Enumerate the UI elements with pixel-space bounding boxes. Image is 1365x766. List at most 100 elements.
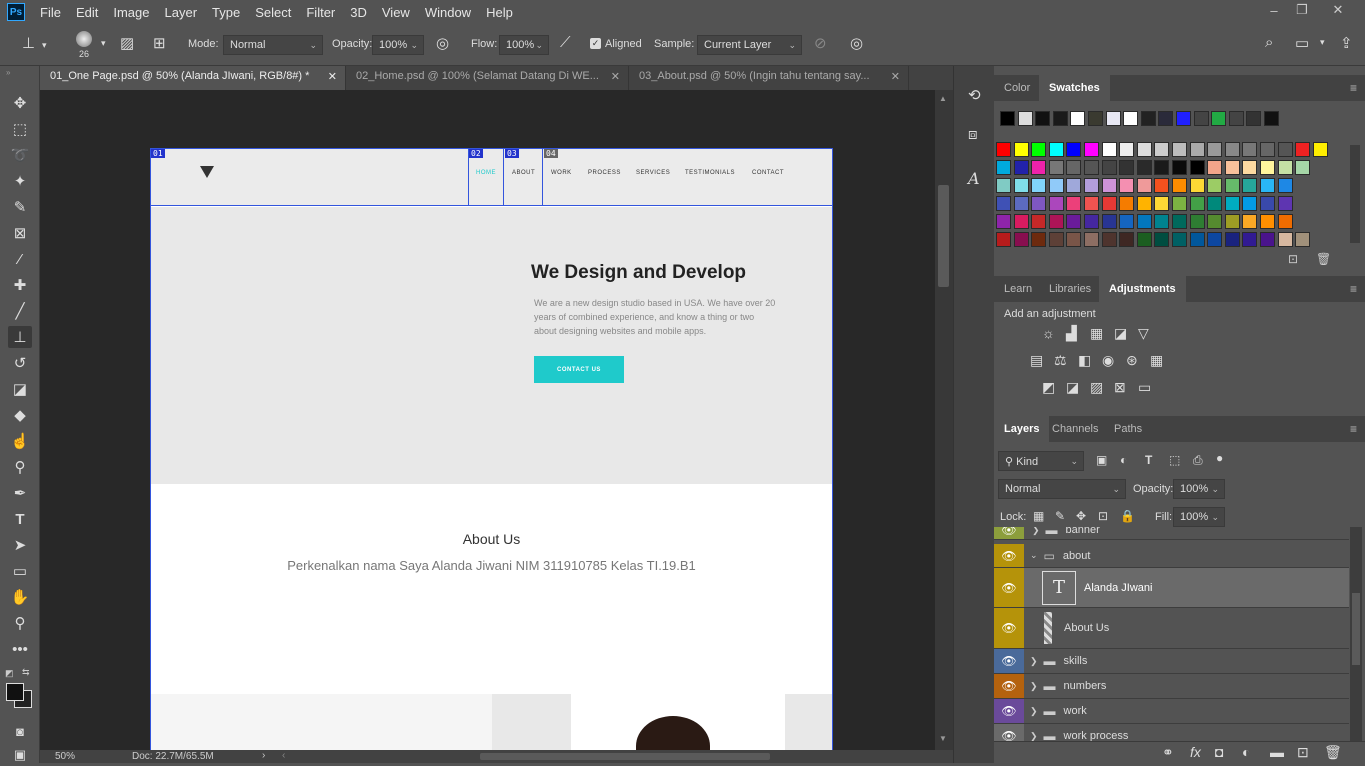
scroll-up-icon[interactable]: ▲ [939,94,947,103]
swatch[interactable] [1119,196,1135,211]
ignore-adjustment-icon[interactable]: ⊘ [814,34,827,52]
swatch[interactable] [1211,111,1227,126]
tab-learn[interactable]: Learn [994,276,1042,302]
menu-image[interactable]: Image [113,5,149,20]
swatch[interactable] [1277,232,1293,247]
swatch[interactable] [1136,232,1152,247]
layer-alanda-jiwani[interactable]: 👁 T Alanda JIwani [994,568,1349,608]
swatch[interactable] [1066,196,1082,211]
curves-icon[interactable]: ▦ [1090,325,1103,342]
swatch[interactable] [1031,214,1047,229]
swatch[interactable] [1242,196,1258,211]
canvas-area[interactable]: HOME ABOUT WORK PROCESS SERVICES TESTIMO… [40,90,935,750]
zoom-level[interactable]: 50% [55,751,75,762]
filter-kind-dropdown[interactable]: ⚲ Kind ⌄ [998,451,1084,471]
opacity-field[interactable]: 100% ⌄ [372,35,424,55]
swatch[interactable] [1119,160,1135,175]
swatch[interactable] [1084,142,1099,157]
channel-mixer-icon[interactable]: ⊛ [1126,352,1138,369]
swatch[interactable] [1277,142,1293,157]
swatch[interactable] [1013,214,1029,229]
swatch[interactable] [1189,178,1205,193]
swatch[interactable] [1224,214,1240,229]
swatch[interactable] [1084,160,1099,175]
nav-process[interactable]: PROCESS [588,170,621,176]
filter-shape-icon[interactable]: ⬚ [1169,453,1180,467]
posterize-icon[interactable]: ◪ [1066,379,1079,396]
swatch[interactable] [1013,160,1029,175]
swatch[interactable] [1123,111,1139,126]
new-adjustment-icon[interactable]: ◐ [1242,744,1250,760]
swatch[interactable] [1136,160,1152,175]
eyedropper-tool-icon[interactable]: ⁄ [8,248,32,270]
swatch[interactable] [1189,160,1205,175]
menu-select[interactable]: Select [255,5,291,20]
swatch[interactable] [1207,232,1223,247]
swatch[interactable] [1101,142,1117,157]
clone-stamp-tool-icon[interactable]: ⊥ [8,326,32,348]
exposure-icon[interactable]: ◪ [1114,325,1127,342]
history-icon[interactable]: ⟲ [968,86,981,104]
swatch[interactable] [1189,214,1205,229]
new-swatch-icon[interactable]: ⊡ [1288,252,1298,266]
layer-about[interactable]: 👁 ⌄ ▭ about [994,544,1349,568]
tab-one-page[interactable]: 01_One Page.psd @ 50% (Alanda JIwani, RG… [40,66,346,90]
tab-paths[interactable]: Paths [1104,416,1152,442]
swatch[interactable] [996,232,1011,247]
swatch[interactable] [1172,142,1187,157]
swatch[interactable] [1277,178,1293,193]
color-lookup-icon[interactable]: ▦ [1150,352,1163,369]
chevron-right-icon[interactable]: › [262,750,265,761]
swatch[interactable] [1136,214,1152,229]
restore-icon[interactable]: ❐ [1289,0,1315,20]
marquee-tool-icon[interactable]: ⬚ [8,118,32,140]
vibrance-icon[interactable]: ▽ [1138,325,1149,342]
swatch[interactable] [1242,142,1258,157]
swatch[interactable] [1242,214,1258,229]
minimize-icon[interactable]: – [1261,0,1287,20]
layer-numbers[interactable]: 👁 ❯ ▬ numbers [994,674,1349,699]
swatch[interactable] [1066,160,1082,175]
swatch[interactable] [1066,178,1082,193]
swatch[interactable] [1207,142,1223,157]
zoom-tool-icon[interactable]: ⚲ [8,612,32,634]
path-selection-tool-icon[interactable]: ➤ [8,534,32,556]
swatch[interactable] [1260,142,1275,157]
swatch[interactable] [1312,142,1328,157]
swatch[interactable] [1260,160,1275,175]
swatch[interactable] [1224,232,1240,247]
fx-icon[interactable]: fx [1190,744,1201,760]
swatch[interactable] [1224,196,1240,211]
crop-tool-icon[interactable]: ⊠ [8,222,32,244]
swatch[interactable] [1084,214,1099,229]
lock-artboard-icon[interactable]: ⊡ [1098,509,1108,523]
trash-icon[interactable]: 🗑 [1316,252,1331,266]
swatch[interactable] [1207,178,1223,193]
expand-icon[interactable]: ❯ [1030,706,1038,717]
magic-wand-tool-icon[interactable]: ✦ [8,170,32,192]
clone-source-icon[interactable]: ⊞ [153,34,166,52]
swatch[interactable] [1048,214,1064,229]
swatch[interactable] [1066,142,1082,157]
panel-menu-icon[interactable]: ≡ [1350,81,1357,95]
brush-settings-icon[interactable]: ▨ [120,34,134,52]
menu-file[interactable]: File [40,5,61,20]
lock-all-icon[interactable]: 🔒 [1120,509,1135,523]
quick-mask-icon[interactable]: ◙ [8,720,32,742]
horizontal-scrollbar-thumb[interactable] [480,753,770,760]
mode-dropdown[interactable]: Normal ⌄ [223,35,323,55]
swatch[interactable] [1136,178,1152,193]
tab-about[interactable]: 03_About.psd @ 50% (Ingin tahu tentang s… [629,66,909,90]
nav-work[interactable]: WORK [551,170,572,176]
lock-transparency-icon[interactable]: ▦ [1033,509,1044,523]
swatch[interactable] [1224,142,1240,157]
close-window-icon[interactable]: ✕ [1325,0,1351,20]
default-colors-icon[interactable]: ◩ [5,668,14,679]
eye-icon[interactable]: 👁 [994,544,1024,567]
move-tool-icon[interactable]: ✥ [8,92,32,114]
filter-pixel-icon[interactable]: ▣ [1096,453,1107,467]
swatch[interactable] [1228,111,1244,126]
document-canvas[interactable]: HOME ABOUT WORK PROCESS SERVICES TESTIMO… [150,148,833,750]
add-mask-icon[interactable]: ◘ [1215,744,1223,760]
swatch[interactable] [1084,196,1099,211]
